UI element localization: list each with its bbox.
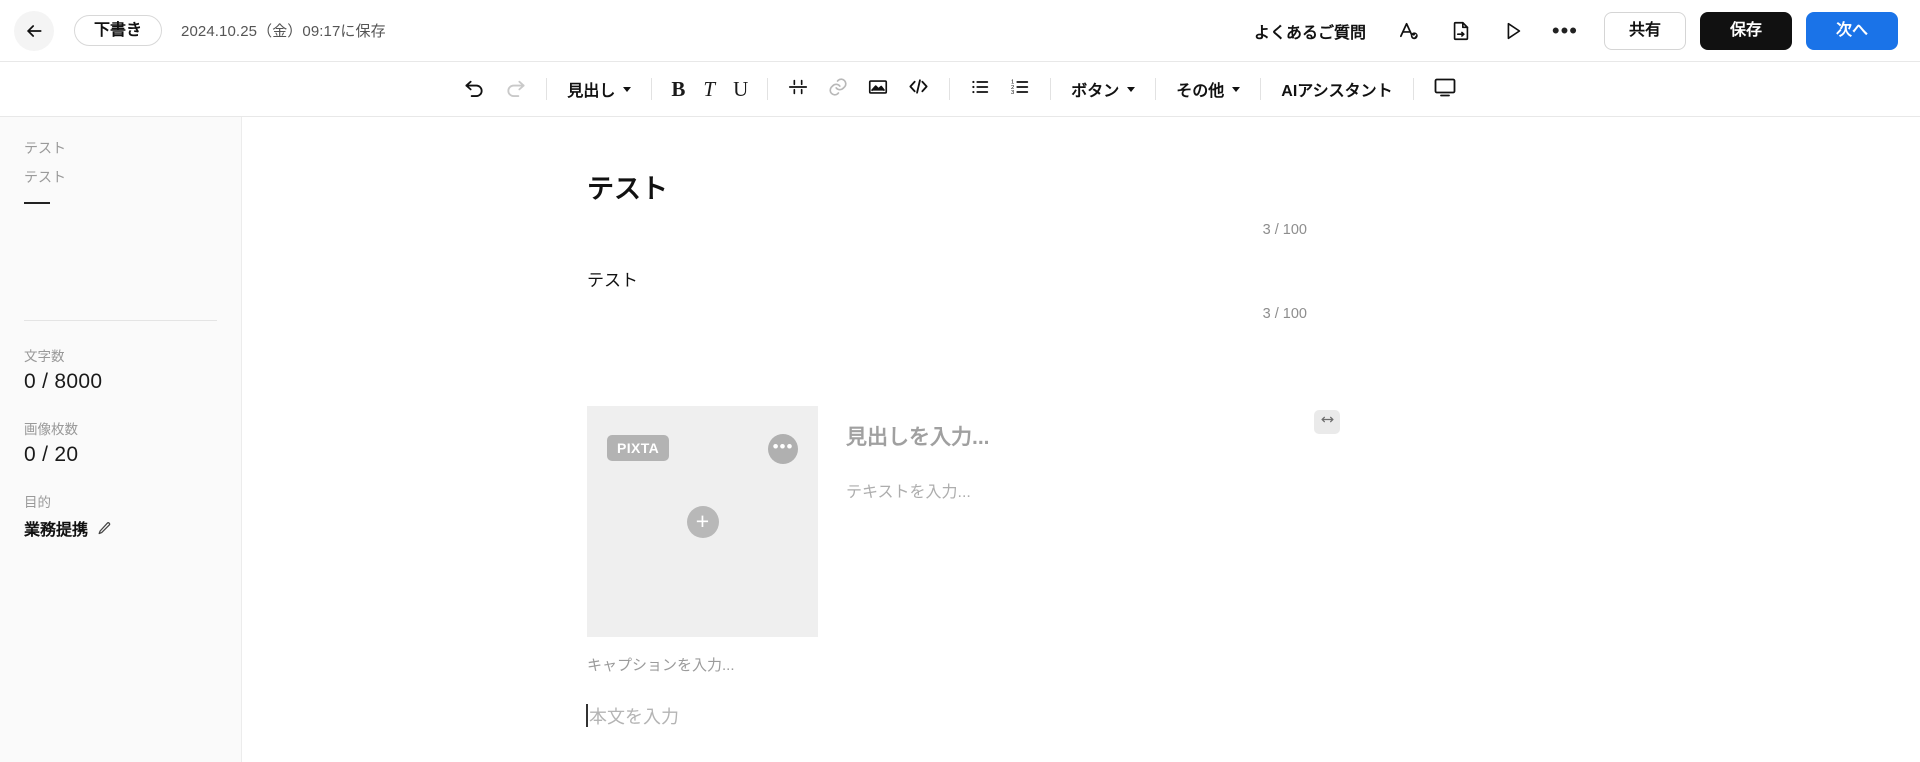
bullet-list-button[interactable] [960,72,1000,106]
sidebar-divider [24,320,217,322]
text-cursor [586,704,588,728]
toolbar-divider [651,78,653,100]
purpose-row: 業務提携 [24,516,217,540]
file-export-icon[interactable] [1444,14,1478,48]
caption-placeholder[interactable]: キャプションを入力... [587,654,1587,675]
editor-scroll-area[interactable]: テスト 3 / 100 テスト 3 / 100 PIXTA ••• + 見出しを… [242,117,1920,762]
toolbar-divider [1412,78,1414,100]
editor-canvas: テスト 3 / 100 テスト 3 / 100 PIXTA ••• + 見出しを… [242,117,1920,762]
media-text-placeholder[interactable]: テキストを入力... [846,478,1587,502]
font-check-icon[interactable] [1392,14,1426,48]
status-badge: 下書き [74,14,163,47]
toolbar-divider [949,78,951,100]
last-saved-text: 2024.10.25（金）09:17に保存 [181,23,386,40]
toolbar-divider [546,78,548,100]
bullet-list-icon [969,76,991,103]
heading-dropdown[interactable]: 見出し [557,77,641,101]
italic-button[interactable]: T [694,72,724,106]
media-text-column: 見出しを入力... テキストを入力... [846,406,1587,637]
redo-button[interactable] [495,72,536,106]
image-icon [867,76,889,103]
share-button[interactable]: 共有 [1603,11,1686,50]
stat-character-count: 文字数 0 / 8000 [24,345,217,394]
redo-icon [504,75,527,103]
resize-handle[interactable] [1314,410,1340,435]
code-button[interactable] [898,72,939,106]
outline-item[interactable]: テスト [24,139,217,157]
button-dropdown[interactable]: ボタン [1061,77,1145,101]
save-button[interactable]: 保存 [1699,11,1792,50]
numbered-list-button[interactable]: 1 2 3 [1000,72,1040,106]
faq-link[interactable]: よくあるご質問 [1254,19,1366,43]
chevron-down-icon [623,86,632,92]
media-block: PIXTA ••• + 見出しを入力... テキストを入力... [587,406,1587,638]
ai-assistant-button[interactable]: AIアシスタント [1271,77,1402,101]
arrow-left-icon [24,21,44,41]
media-heading-placeholder[interactable]: 見出しを入力... [846,424,1587,451]
play-icon[interactable] [1496,14,1530,48]
purpose-value: 業務提携 [24,522,89,540]
title-counter: 3 / 100 [1262,221,1307,238]
document: テスト 3 / 100 テスト 3 / 100 PIXTA ••• + 見出しを… [586,171,1587,729]
undo-button[interactable] [454,72,495,106]
link-icon [827,76,849,103]
image-placeholder[interactable]: PIXTA ••• + [587,406,818,638]
bold-button[interactable]: B [662,72,694,106]
back-button[interactable] [14,10,54,51]
code-icon [907,75,930,103]
button-dropdown-label: ボタン [1071,83,1120,100]
monitor-icon [1433,75,1457,104]
numbered-list-icon: 1 2 3 [1009,76,1031,103]
image-options-button[interactable]: ••• [768,434,798,465]
purpose-section: 目的 業務提携 [24,491,217,540]
toolbar-divider [767,78,769,100]
stat-image-count: 画像枚数 0 / 20 [24,418,217,467]
subtitle-counter: 3 / 100 [1262,306,1307,323]
stat-value: 0 / 20 [24,443,79,467]
chevron-down-icon [1232,86,1241,92]
document-subtitle[interactable]: テスト [587,268,1587,294]
image-button[interactable] [858,72,898,106]
svg-text:3: 3 [1011,89,1014,95]
body-placeholder[interactable]: 本文を入力 [586,703,1587,729]
heading-dropdown-label: 見出し [567,83,616,100]
undo-icon [463,75,486,103]
toolbar-divider [1155,78,1157,100]
app-header: 下書き 2024.10.25（金）09:17に保存 よくあるご質問 ••• 共有… [0,0,1920,61]
left-sidebar: テスト テスト 文字数 0 / 8000 画像枚数 0 / 20 目的 業務提携 [0,117,242,762]
underline-button[interactable]: U [724,72,757,106]
stat-label: 文字数 [24,349,65,365]
app-root: 下書き 2024.10.25（金）09:17に保存 よくあるご質問 ••• 共有… [0,0,1920,762]
divider-button[interactable] [778,72,818,106]
horizontal-divider-icon [787,76,809,103]
toolbar-divider [1050,78,1052,100]
pencil-icon[interactable] [97,521,112,536]
body-row: テスト テスト 文字数 0 / 8000 画像枚数 0 / 20 目的 業務提携 [0,117,1920,762]
purpose-label: 目的 [24,495,51,511]
pixta-badge: PIXTA [607,435,670,462]
chevron-down-icon [1127,86,1136,92]
outline-item[interactable]: テスト [24,168,217,186]
ellipsis-icon[interactable]: ••• [1548,14,1582,48]
preview-monitor-button[interactable] [1424,72,1466,106]
editor-toolbar: 見出し B T U 1 2 3 ボタン その他 AIアシスタント [0,61,1920,117]
body-placeholder-label: 本文を入力 [589,707,679,728]
toolbar-divider [1260,78,1262,100]
document-title[interactable]: テスト [587,171,1587,209]
stat-value: 0 / 8000 [24,370,103,394]
add-image-button[interactable]: + [686,505,719,538]
stat-label: 画像枚数 [24,422,78,438]
resize-horizontal-icon [1320,412,1335,432]
outline-dash [24,202,50,205]
next-button[interactable]: 次へ [1805,11,1898,50]
other-dropdown[interactable]: その他 [1166,77,1250,101]
link-button[interactable] [818,72,858,106]
other-dropdown-label: その他 [1176,83,1225,100]
